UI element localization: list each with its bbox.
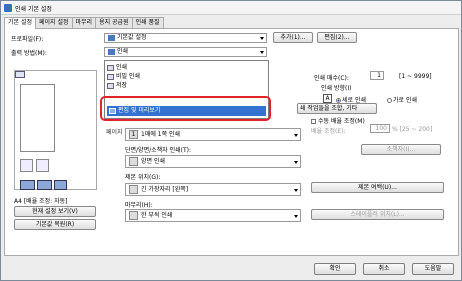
menu-item-store-label: 저장 [116, 82, 128, 89]
restore-defaults-button[interactable]: 기본값 복원(R) [14, 219, 96, 230]
portrait-label: 세로 인쇄 [342, 97, 366, 104]
binding-icon [129, 185, 138, 194]
output-method-value: 인쇄 [117, 48, 129, 55]
tab-paper-source[interactable]: 용지 공급원 [95, 17, 133, 28]
manual-scale-checkbox[interactable] [311, 119, 316, 124]
finishing-select[interactable]: 한 부씩 인쇄 [125, 209, 301, 222]
page-layout-value: 1매에 1쪽 인쇄 [141, 131, 181, 138]
lock-icon [107, 73, 114, 80]
menu-item-print-label: 인쇄 [116, 64, 128, 71]
title-bar: 인쇄 기본 설정 [1, 1, 461, 15]
print-icon [108, 48, 115, 55]
page-preview [20, 84, 55, 152]
chevron-down-icon [260, 51, 264, 54]
stack-preview-icon [36, 159, 49, 172]
finishing-label: 마무리(H): [125, 202, 153, 209]
add-profile-button[interactable]: 추가(1)... [273, 32, 313, 43]
save-icon [107, 82, 114, 89]
ok-button[interactable]: 확인 [314, 263, 356, 275]
printer-preview-icon [20, 159, 33, 172]
cancel-button[interactable]: 취소 [363, 263, 405, 275]
orientation-preview-icon: A [323, 94, 332, 103]
scale-range: % [25 ~ 200] [392, 126, 433, 133]
help-button[interactable]: 도움말 [412, 263, 454, 275]
tab-print-quality[interactable]: 인쇄 품질 [131, 17, 164, 28]
duplex-icon [129, 157, 138, 166]
tab-finishing[interactable]: 마무리 [71, 17, 97, 28]
output-method-label: 출력 방법(M): [11, 50, 47, 57]
page-layout-select[interactable]: 1 1매에 1쪽 인쇄 [125, 128, 301, 141]
chevron-down-icon [294, 134, 298, 137]
landscape-radio[interactable] [387, 98, 392, 103]
binding-margin-button[interactable]: 제본 여백(U)... [311, 182, 444, 193]
preview-toggle-icon[interactable] [15, 71, 25, 78]
landscape-option[interactable]: 가로 인쇄 [387, 95, 417, 104]
duplex-select[interactable]: 양면 인쇄 [125, 155, 301, 168]
scale-label: 배율 조정(E): [311, 128, 346, 135]
chevron-down-icon [260, 37, 264, 40]
portrait-radio[interactable] [336, 98, 341, 103]
copies-input[interactable]: 1 [370, 71, 384, 80]
paper-icon-c [54, 180, 67, 190]
chevron-down-icon [294, 189, 298, 192]
paper-icon-b [37, 180, 52, 190]
job-combine-button[interactable]: 쇄 작업들을 조합, 기타 [297, 103, 377, 114]
menu-item-print[interactable]: 인쇄 [107, 63, 127, 72]
binding-value: 긴 가장자리 [왼쪽] [141, 186, 189, 193]
tab-strip: 기본 설정 페이지 설정 마무리 용지 공급원 인쇄 품질 [4, 17, 164, 29]
landscape-label: 가로 인쇄 [393, 97, 417, 104]
manual-scale-label: 수동 배율 조정(M) [318, 118, 365, 125]
printer-icon [4, 4, 12, 12]
menu-item-secure-print-label: 비밀 인쇄 [116, 73, 140, 80]
finishing-value: 한 부씩 인쇄 [141, 212, 173, 219]
booklet-button[interactable]: 소책자(I)... [361, 144, 441, 155]
view-settings-button[interactable]: 현재 설정 보기(V) [14, 206, 96, 217]
output-method-select[interactable]: 인쇄 [104, 47, 267, 57]
finishing-icon [129, 211, 138, 220]
window-title: 인쇄 기본 설정 [15, 6, 52, 13]
menu-item-secure-print[interactable]: 비밀 인쇄 [107, 72, 140, 81]
profile-select[interactable]: 기본값 설정 [104, 33, 267, 43]
binding-select[interactable]: 긴 가장자리 [왼쪽] [125, 183, 301, 196]
scale-input[interactable]: 100 [370, 124, 390, 133]
menu-item-store[interactable]: 저장 [107, 81, 127, 90]
manual-scale-option[interactable]: 수동 배율 조정(M) [311, 116, 365, 125]
print-preferences-window: 인쇄 기본 설정 기본 설정 페이지 설정 마무리 용지 공급원 인쇄 품질 프… [0, 0, 462, 281]
highlight-frame [100, 96, 271, 121]
edit-profile-button[interactable]: 편집(2)... [317, 32, 357, 43]
duplex-value: 양면 인쇄 [141, 158, 165, 165]
tab-page-setup[interactable]: 페이지 설정 [35, 17, 73, 28]
copies-range: [1 ~ 9999] [399, 73, 432, 80]
staple-position-button[interactable]: 스테이플러 위치(L)... [311, 209, 444, 220]
chevron-down-icon [294, 161, 298, 164]
profile-icon [108, 34, 115, 41]
page-layout-icon: 1 [129, 130, 138, 139]
profile-label: 프로파일(F): [11, 36, 44, 43]
duplex-label: 단면/양면/소책자 인쇄(T): [125, 147, 191, 154]
tab-basic[interactable]: 기본 설정 [4, 17, 36, 29]
profile-value: 기본값 설정 [117, 34, 147, 41]
print-icon [107, 64, 114, 71]
portrait-option[interactable]: 세로 인쇄 [336, 95, 366, 104]
chevron-down-icon [294, 215, 298, 218]
binding-label: 제본 위치(G): [125, 174, 161, 181]
orientation-label: 인쇄 방향(I) [321, 85, 352, 92]
paper-size-text: A4 [배율 조정: 자동] [14, 198, 68, 205]
paper-icon-a [20, 180, 35, 190]
copies-label: 인쇄 매수(C): [314, 75, 349, 82]
